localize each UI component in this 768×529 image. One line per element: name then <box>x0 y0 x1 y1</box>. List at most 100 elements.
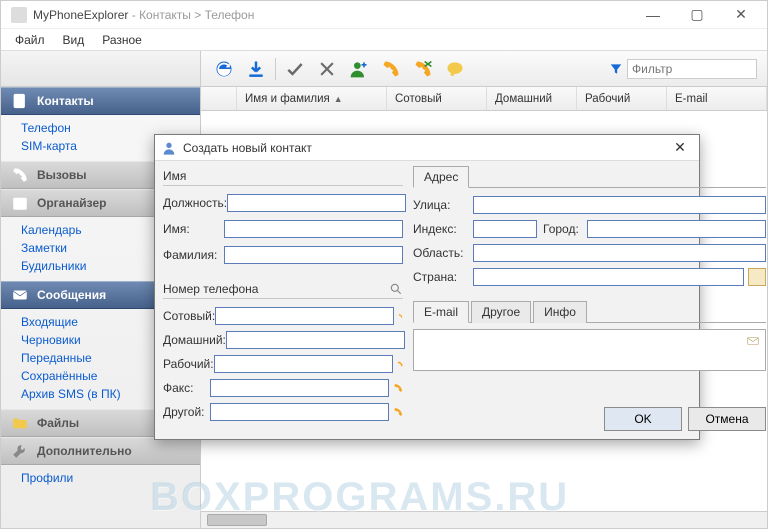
check-icon[interactable] <box>282 56 308 82</box>
input-firstname[interactable] <box>224 220 403 238</box>
row-firstname: Имя: <box>163 218 403 240</box>
section-extra-label: Дополнительно <box>37 444 132 458</box>
calls-icon <box>11 166 29 184</box>
row-country: Страна: <box>413 266 766 288</box>
col-work[interactable]: Рабочий <box>577 87 667 110</box>
cut-icon[interactable] <box>314 56 340 82</box>
add-user-icon[interactable] <box>346 56 372 82</box>
ok-button[interactable]: OK <box>604 407 682 431</box>
row-index-city: Индекс: Город: <box>413 218 766 240</box>
input-city[interactable] <box>587 220 766 238</box>
col-name-label: Имя и фамилия <box>245 93 330 105</box>
titlebar: MyPhoneExplorer - Контакты > Телефон — ▢… <box>1 1 767 29</box>
refresh-icon[interactable] <box>211 56 237 82</box>
files-icon <box>11 414 29 432</box>
dialog-close-button[interactable]: ✕ <box>667 138 693 158</box>
close-button[interactable]: ✕ <box>719 2 763 28</box>
phone-icon[interactable] <box>397 356 403 372</box>
name-group-label: Имя <box>163 165 403 186</box>
info-tabs: E-mail Другое Инфо <box>413 300 766 323</box>
sidebar-header-strip <box>1 51 201 86</box>
label-other: Другой: <box>163 405 210 419</box>
col-blank[interactable] <box>201 87 237 110</box>
dialog-right-column: Адрес Улица: Индекс: Город: Область: Стр… <box>413 165 766 431</box>
menu-misc[interactable]: Разное <box>96 31 148 49</box>
section-contacts[interactable]: Контакты <box>1 87 200 115</box>
breadcrumb: Контакты > Телефон <box>139 8 254 22</box>
input-index[interactable] <box>473 220 537 238</box>
input-fax[interactable] <box>210 379 389 397</box>
col-name[interactable]: Имя и фамилия▲ <box>237 87 387 110</box>
funnel-icon <box>609 62 623 76</box>
dialog-titlebar: Создать новый контакт ✕ <box>155 135 699 161</box>
col-home[interactable]: Домашний <box>487 87 577 110</box>
dialog-body: Имя Должность: Имя: Фамилия: Номер телеф… <box>155 161 699 439</box>
sidebar-item-profiles[interactable]: Профили <box>21 469 200 487</box>
cancel-button[interactable]: Отмена <box>688 407 766 431</box>
row-mobile: Сотовый: <box>163 305 403 327</box>
tab-address[interactable]: Адрес <box>413 166 469 188</box>
dialog-left-column: Имя Должность: Имя: Фамилия: Номер телеф… <box>163 165 403 431</box>
row-street: Улица: <box>413 194 766 216</box>
input-other[interactable] <box>210 403 389 421</box>
download-icon[interactable] <box>243 56 269 82</box>
address-tabs: Адрес <box>413 165 766 188</box>
tab-other[interactable]: Другое <box>471 301 531 323</box>
row-position: Должность: <box>163 192 403 214</box>
toolbar <box>201 56 767 82</box>
extra-items: Профили <box>1 465 200 493</box>
new-contact-dialog: Создать новый контакт ✕ Имя Должность: И… <box>154 134 700 440</box>
menubar: Файл Вид Разное <box>1 29 767 51</box>
app-name: MyPhoneExplorer <box>33 8 128 22</box>
label-country: Страна: <box>413 270 473 284</box>
label-lastname: Фамилия: <box>163 248 224 262</box>
call-icon[interactable] <box>378 56 404 82</box>
input-country[interactable] <box>473 268 744 286</box>
section-calls-label: Вызовы <box>37 168 87 182</box>
phone-icon[interactable] <box>393 404 403 420</box>
input-position[interactable] <box>227 194 406 212</box>
person-icon <box>161 140 177 156</box>
email-memo[interactable] <box>413 329 766 371</box>
phone-group-text: Номер телефона <box>163 282 258 296</box>
label-firstname: Имя: <box>163 222 224 236</box>
phone-icon[interactable] <box>398 308 403 324</box>
map-icon[interactable] <box>748 268 766 286</box>
col-home-label: Домашний <box>495 93 552 105</box>
row-fax: Факс: <box>163 377 403 399</box>
input-work[interactable] <box>214 355 393 373</box>
row-lastname: Фамилия: <box>163 244 403 266</box>
search-icon[interactable] <box>389 282 403 296</box>
input-region[interactable] <box>473 244 766 262</box>
tab-email[interactable]: E-mail <box>413 301 469 323</box>
chat-icon[interactable] <box>442 56 468 82</box>
menu-file[interactable]: Файл <box>9 31 51 49</box>
label-work: Рабочий: <box>163 357 214 371</box>
grid-header: Имя и фамилия▲ Сотовый Домашний Рабочий … <box>201 87 767 111</box>
col-email[interactable]: E-mail <box>667 87 767 110</box>
scrollbar-thumb[interactable] <box>207 514 267 526</box>
input-lastname[interactable] <box>224 246 403 264</box>
section-extra[interactable]: Дополнительно <box>1 437 200 465</box>
phone-icon[interactable] <box>393 380 403 396</box>
label-mobile: Сотовый: <box>163 309 215 323</box>
section-contacts-label: Контакты <box>37 94 94 108</box>
maximize-button[interactable]: ▢ <box>675 2 719 28</box>
minimize-button[interactable]: — <box>631 2 675 28</box>
filter-box <box>609 59 757 79</box>
tab-info[interactable]: Инфо <box>533 301 587 323</box>
input-street[interactable] <box>473 196 766 214</box>
horizontal-scrollbar[interactable] <box>201 511 767 528</box>
messages-icon <box>11 286 29 304</box>
window-title: MyPhoneExplorer - Контакты > Телефон <box>33 8 254 22</box>
menu-view[interactable]: Вид <box>57 31 91 49</box>
col-work-label: Рабочий <box>585 93 630 105</box>
input-home[interactable] <box>226 331 405 349</box>
window-controls: — ▢ ✕ <box>631 2 763 28</box>
wrench-icon <box>11 442 29 460</box>
input-mobile[interactable] <box>215 307 394 325</box>
call-transfer-icon[interactable] <box>410 56 436 82</box>
mail-icon[interactable] <box>745 334 761 348</box>
col-mobile[interactable]: Сотовый <box>387 87 487 110</box>
filter-input[interactable] <box>627 59 757 79</box>
